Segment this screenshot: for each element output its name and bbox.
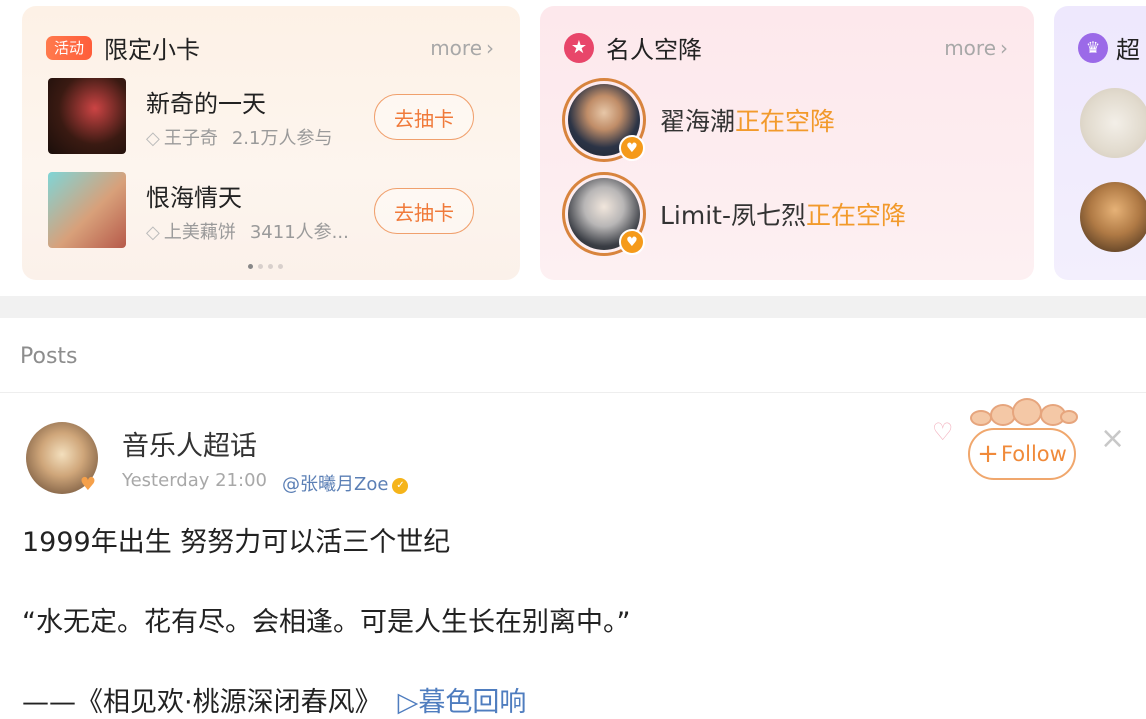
- card-item-title: 恨海情天: [146, 184, 242, 212]
- star-icon: ★: [564, 32, 594, 63]
- card-item-meta: ◇ 上美藕饼 3411人参...: [146, 218, 349, 244]
- limited-more-link[interactable]: more ›: [430, 36, 494, 60]
- avatar[interactable]: [1080, 182, 1146, 252]
- music-link[interactable]: ▷暮色回响: [398, 687, 527, 718]
- carousel-dot: [268, 264, 273, 269]
- card-thumbnail: [48, 78, 126, 154]
- post-text-line: ——《相见欢·桃源深闭春风》 ▷暮色回响: [22, 680, 526, 719]
- celebrity-card-panel[interactable]: ★ 名人空降 more › ♥ 翟海潮正在空降 ♥ Limit-夙七烈正在空降: [540, 6, 1034, 280]
- carousel-dots: [248, 264, 283, 269]
- celebrity-item[interactable]: ♥ 翟海潮正在空降: [562, 78, 835, 162]
- limited-card-title: 限定小卡: [104, 36, 201, 64]
- avatar[interactable]: [1080, 88, 1146, 158]
- post-text-line: “水无定。花有尽。会相逢。可是人生长在别离中。”: [22, 607, 631, 638]
- verified-icon: ♥: [619, 135, 645, 161]
- chevron-right-icon: ›: [1000, 36, 1008, 60]
- verified-icon: ♥: [619, 229, 645, 255]
- feature-cards-row: 活动 限定小卡 more › 新奇的一天 ◇ 王子奇 2.1万人参与 去抽卡 恨海情天…: [0, 0, 1146, 296]
- celebrity-card-header: ★ 名人空降: [564, 30, 702, 65]
- post-mention[interactable]: @张曦月Zoe ✓: [282, 470, 409, 496]
- more-label: more: [430, 36, 482, 60]
- celebrity-name: 翟海潮: [660, 107, 736, 136]
- celebrity-name-line: 翟海潮正在空降: [660, 102, 835, 138]
- follow-decoration: [964, 396, 1080, 430]
- limited-card-item[interactable]: 新奇的一天 ◇ 王子奇 2.1万人参与 去抽卡: [48, 78, 498, 158]
- celebrity-name-line: Limit-夙七烈正在空降: [660, 196, 906, 232]
- card-item-participants: 3411人参...: [249, 222, 349, 243]
- posts-section-label: Posts: [20, 344, 78, 369]
- post-text-line: 1999年出生 努努力可以活三个世纪: [22, 527, 451, 558]
- limited-card-panel[interactable]: 活动 限定小卡 more › 新奇的一天 ◇ 王子奇 2.1万人参与 去抽卡 恨海情天…: [22, 6, 520, 280]
- celebrity-status: 正在空降: [735, 107, 836, 136]
- mention-text: @张曦月Zoe: [282, 474, 389, 495]
- card-item-author: 上美藕饼: [163, 222, 236, 243]
- super-topic-icon: ♥: [79, 473, 97, 495]
- post-quote-source: ——《相见欢·桃源深闭春风》: [22, 687, 382, 718]
- divider-line: [0, 392, 1146, 393]
- card-item-author: 王子奇: [163, 128, 218, 149]
- card-thumbnail: [48, 172, 126, 248]
- card-item-title: 新奇的一天: [146, 90, 266, 118]
- gem-icon: ◇: [146, 222, 160, 243]
- avatar: ♥: [562, 78, 646, 162]
- draw-card-button[interactable]: 去抽卡: [374, 188, 474, 234]
- carousel-dot: [258, 264, 263, 269]
- third-card-header: ♛ 超: [1078, 30, 1140, 65]
- card-item-participants: 2.1万人参与: [231, 128, 333, 149]
- follow-button[interactable]: + Follow: [968, 428, 1076, 480]
- carousel-dot-active: [248, 264, 253, 269]
- celebrity-item[interactable]: ♥ Limit-夙七烈正在空降: [562, 172, 906, 256]
- third-card-panel[interactable]: ♛ 超: [1054, 6, 1146, 280]
- close-icon[interactable]: ×: [1100, 424, 1125, 454]
- follow-label: Follow: [1000, 442, 1067, 466]
- card-item-meta: ◇ 王子奇 2.1万人参与: [146, 124, 332, 150]
- event-badge: 活动: [46, 35, 93, 60]
- limited-card-item[interactable]: 恨海情天 ◇ 上美藕饼 3411人参... 去抽卡: [48, 172, 498, 252]
- third-card-title: 超: [1116, 36, 1140, 64]
- celebrity-status: 正在空降: [806, 201, 907, 230]
- plus-icon: +: [977, 439, 999, 469]
- celebrity-card-title: 名人空降: [606, 36, 702, 64]
- gem-icon: ◇: [146, 128, 160, 149]
- avatar: ♥: [562, 172, 646, 256]
- post-author[interactable]: 音乐人超话: [122, 424, 257, 463]
- limited-card-header: 活动 限定小卡: [46, 30, 200, 65]
- more-label: more: [944, 36, 996, 60]
- crown-icon: ♛: [1078, 32, 1108, 63]
- verified-icon: ✓: [392, 478, 409, 494]
- carousel-dot: [278, 264, 283, 269]
- post-avatar[interactable]: ♥: [26, 422, 98, 495]
- celebrity-more-link[interactable]: more ›: [944, 36, 1008, 60]
- post-timestamp: Yesterday 21:00: [122, 470, 267, 491]
- celebrity-name: Limit-夙七烈: [660, 201, 806, 230]
- heart-icon: ♡: [932, 418, 954, 446]
- draw-card-button[interactable]: 去抽卡: [374, 94, 474, 140]
- section-divider: [0, 296, 1146, 318]
- chevron-right-icon: ›: [486, 36, 494, 60]
